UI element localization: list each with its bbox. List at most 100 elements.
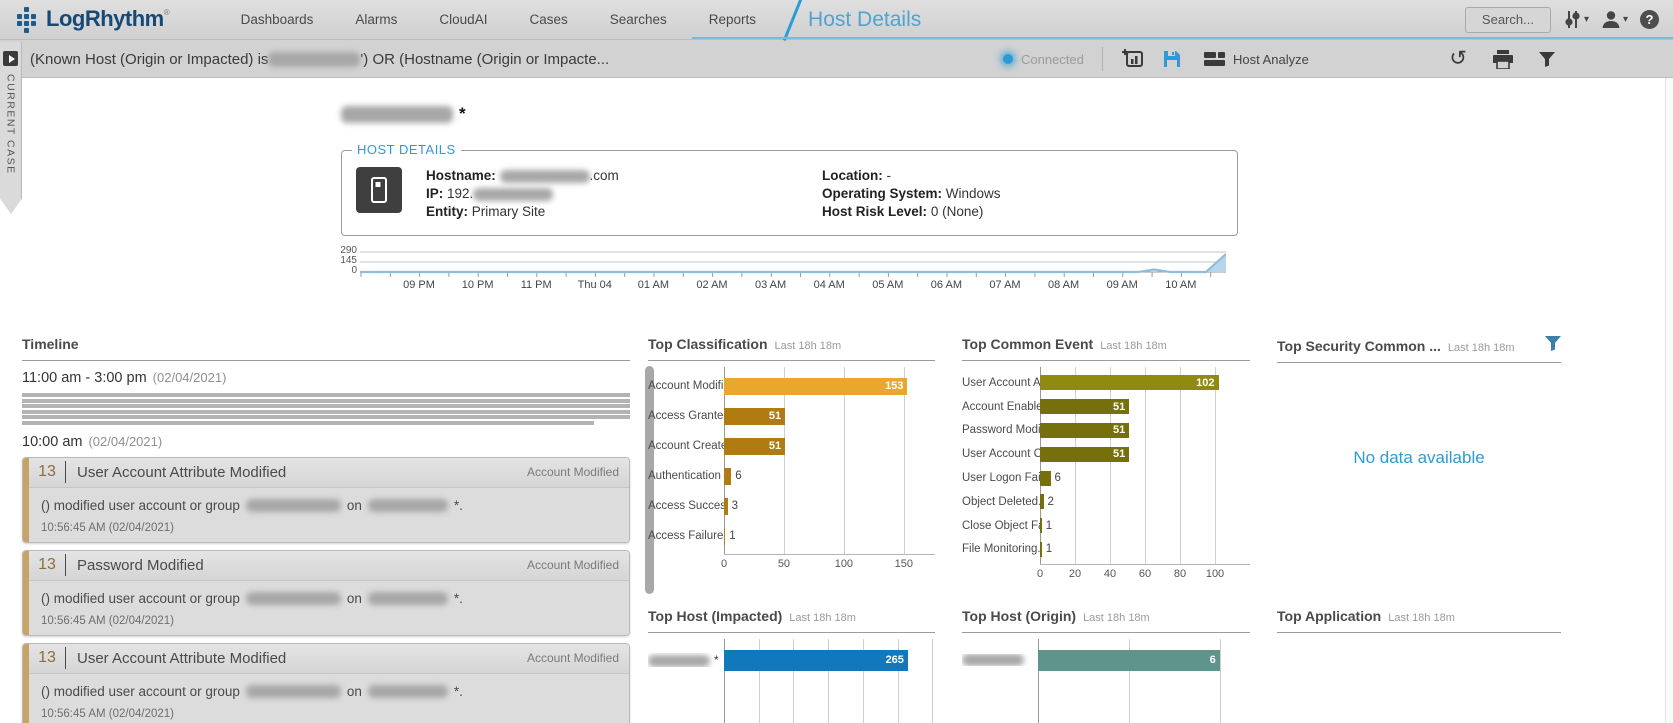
nav-item-cases[interactable]: Cases — [508, 0, 588, 40]
dashboard-grid: Timeline 11:00 am - 3:00 pm(02/04/2021)1… — [0, 330, 1673, 723]
top-navbar: LogRhythm ® DashboardsAlarmsCloudAICases… — [0, 0, 1673, 40]
page-scrollbar[interactable] — [1665, 78, 1673, 723]
bar-category-label — [962, 654, 1038, 666]
top-application-range: Last 18h 18m — [1388, 612, 1455, 624]
event-count: 13 — [29, 463, 65, 481]
top-common-event-title: Top Common Event — [962, 336, 1093, 352]
timeline-event-card[interactable]: 13User Account Attribute ModifiedAccount… — [22, 643, 630, 723]
bar-top-classification-4[interactable] — [724, 498, 728, 515]
bar-top-common-event-3[interactable]: 51 — [1040, 447, 1129, 462]
timeline-header: Timeline — [22, 330, 630, 361]
top-host-impacted-range: Last 18h 18m — [789, 612, 856, 624]
logo-registered-mark: ® — [164, 8, 170, 17]
entity-row: Entity: Primary Site — [426, 203, 619, 221]
nav-item-dashboards[interactable]: Dashboards — [220, 0, 335, 40]
event-title: Password Modified — [77, 557, 527, 574]
redacted-hostname — [268, 52, 360, 67]
help-icon[interactable]: ? — [1640, 10, 1659, 29]
host-title-star: * — [459, 104, 466, 124]
chevron-down-icon: ▾ — [1623, 14, 1628, 25]
bar-category-label: Password Modif... — [962, 424, 1040, 436]
undo-icon[interactable]: ↺ — [1449, 49, 1467, 69]
host-analyze-icon — [1204, 51, 1225, 67]
print-icon[interactable] — [1493, 50, 1513, 69]
bar-category-label: Access Failure — [648, 530, 724, 542]
event-count: 13 — [29, 556, 65, 574]
logrhythm-logo-mark — [16, 6, 42, 33]
top-security-header: Top Security Common ... Last 18h 18m — [1277, 330, 1561, 363]
top-host-origin-header: Top Host (Origin) Last 18h 18m — [962, 602, 1250, 633]
expand-current-case-button[interactable] — [3, 51, 18, 66]
bar-top-common-event-1[interactable]: 51 — [1040, 399, 1129, 414]
bar-top-classification-3[interactable] — [724, 468, 731, 485]
navbar-right-controls: Search... ▾ ▾ ? — [1465, 7, 1659, 33]
search-button[interactable]: Search... — [1465, 7, 1551, 33]
host-details-panel: HOST DETAILS Hostname: .com IP: 192. Ent… — [341, 150, 1238, 236]
redacted-account — [246, 685, 341, 698]
spark-ylabels: 2901450 — [341, 248, 357, 280]
filter-query[interactable]: (Known Host (Origin or Impacted) is ') O… — [30, 40, 609, 78]
current-case-tab[interactable]: CURRENT CASE — [0, 42, 22, 214]
timeline-group-time: 10:00 am(02/04/2021) — [22, 434, 630, 450]
funnel-icon[interactable] — [1545, 336, 1561, 351]
nav-item-cloudai[interactable]: CloudAI — [418, 0, 508, 40]
timeline-event-card[interactable]: 13User Account Attribute ModifiedAccount… — [22, 457, 630, 543]
main-content: * HOST DETAILS Hostname: .com IP: 192. E… — [0, 78, 1673, 723]
bar-top-host-origin-0[interactable]: 6 — [1038, 650, 1220, 671]
top-security-common-event-panel: Top Security Common ... Last 18h 18m No … — [1277, 330, 1561, 363]
user-menu-button[interactable]: ▾ — [1601, 10, 1628, 29]
bar-category-label: * — [648, 653, 724, 667]
save-search-button[interactable] — [1162, 40, 1182, 78]
host-title: * — [341, 104, 466, 124]
event-timestamp: 10:56:45 AM (02/04/2021) — [41, 615, 617, 627]
no-data-message: No data available — [1277, 448, 1561, 468]
connection-status: Connected — [1003, 40, 1084, 78]
host-fields-right: Location: - Operating System: Windows Ho… — [822, 167, 1001, 221]
connected-label: Connected — [1021, 52, 1084, 67]
nav-item-reports[interactable]: Reports — [688, 0, 777, 40]
bar-category-label: Authentication ... — [648, 470, 724, 482]
host-details-legend: HOST DETAILS — [352, 142, 461, 157]
top-host-origin-range: Last 18h 18m — [1083, 612, 1150, 624]
navbar-blue-underline — [692, 37, 1673, 39]
ip-row: IP: 192. — [426, 185, 619, 203]
bar-category-label: Access Granted — [648, 410, 724, 422]
bar-top-classification-5[interactable] — [724, 528, 725, 545]
redacted-host — [368, 685, 448, 698]
top-classification-header: Top Classification Last 18h 18m — [648, 330, 935, 361]
nav-item-alarms[interactable]: Alarms — [334, 0, 418, 40]
bar-top-common-event-2[interactable]: 51 — [1040, 423, 1129, 438]
bar-top-common-event-4[interactable] — [1040, 471, 1051, 486]
chevron-down-icon: ▾ — [1584, 14, 1589, 25]
add-widget-icon — [1122, 49, 1144, 69]
bar-top-common-event-7[interactable] — [1040, 542, 1042, 557]
bar-top-common-event-5[interactable] — [1040, 494, 1044, 509]
bar-top-common-event-6[interactable] — [1040, 518, 1042, 533]
funnel-icon[interactable] — [1539, 52, 1555, 67]
hostname-row: Hostname: .com — [426, 167, 619, 185]
top-host-impacted-chart: *265 — [648, 643, 935, 677]
divider — [1102, 47, 1103, 71]
top-host-origin-panel: Top Host (Origin) Last 18h 18m 6 — [962, 602, 1250, 677]
top-classification-panel: Top Classification Last 18h 18m Account … — [648, 330, 935, 572]
event-classification-badge: Account Modified — [527, 465, 619, 479]
host-analyze-button[interactable]: Host Analyze — [1204, 40, 1309, 78]
timeline-panel: Timeline 11:00 am - 3:00 pm(02/04/2021)1… — [22, 330, 630, 723]
bar-top-host-impacted-0[interactable]: 265 — [724, 650, 908, 671]
top-host-impacted-panel: Top Host (Impacted) Last 18h 18m *265 — [648, 602, 935, 677]
display-options-button[interactable]: ▾ — [1563, 10, 1589, 29]
top-common-event-chart: User Account A...102Account Enabled51Pas… — [962, 371, 1250, 582]
bar-top-classification-1[interactable]: 51 — [724, 408, 785, 425]
bar-top-classification-2[interactable]: 51 — [724, 438, 785, 455]
bar-top-common-event-0[interactable]: 102 — [1040, 375, 1219, 390]
add-widget-button[interactable] — [1122, 40, 1144, 78]
nav-item-searches[interactable]: Searches — [589, 0, 688, 40]
logrhythm-logo[interactable]: LogRhythm ® — [16, 6, 170, 33]
redacted-host — [368, 592, 448, 605]
search-filter-bar: (Known Host (Origin or Impacted) is ') O… — [0, 40, 1673, 78]
filter-bar-actions: ↺ — [1449, 40, 1555, 78]
timeline-loading-skeleton — [22, 393, 630, 425]
page-title-wrap: Host Details — [787, 0, 921, 40]
timeline-event-card[interactable]: 13Password ModifiedAccount Modified() mo… — [22, 550, 630, 636]
bar-top-classification-0[interactable]: 153 — [724, 378, 907, 395]
